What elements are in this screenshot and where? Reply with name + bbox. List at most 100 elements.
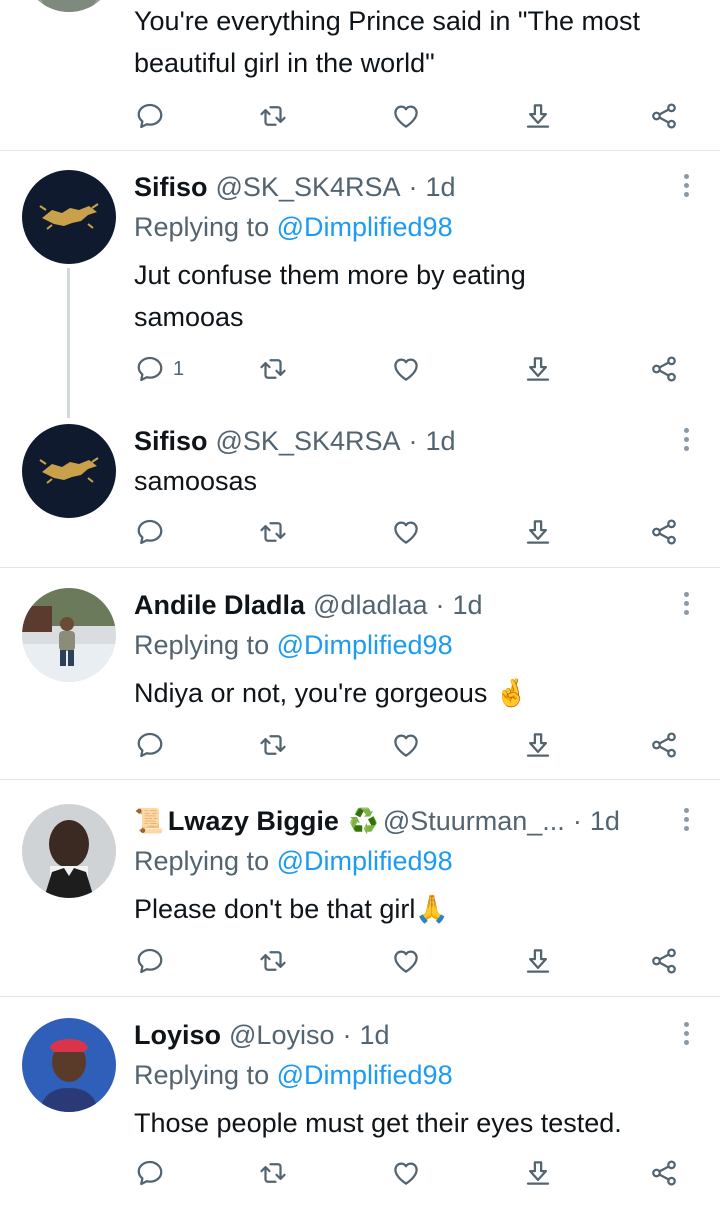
reply-button[interactable]: [135, 99, 165, 133]
author-name[interactable]: Loyiso: [134, 1020, 221, 1051]
download-button[interactable]: [523, 99, 553, 133]
share-button[interactable]: [649, 515, 679, 549]
like-button[interactable]: [391, 515, 421, 549]
more-icon[interactable]: [682, 174, 690, 200]
more-icon[interactable]: [682, 1022, 690, 1048]
thread-line: [67, 268, 70, 418]
share-button[interactable]: [649, 944, 679, 978]
separator: ·: [408, 425, 418, 456]
mention-link[interactable]: @Dimplified98: [277, 846, 453, 876]
reply-button[interactable]: [135, 515, 165, 549]
author-name[interactable]: Andile Dladla: [134, 590, 305, 621]
tweet-0[interactable]: You're everything Prince said in "The mo…: [0, 0, 720, 150]
author-name[interactable]: Sifiso: [134, 426, 208, 457]
tweet-text: Those people must get their eyes tested.: [134, 1108, 622, 1138]
download-button[interactable]: [523, 515, 553, 549]
timestamp[interactable]: 1d: [453, 590, 483, 621]
tweet-text: Jut confuse them more by eating samooas: [134, 260, 526, 332]
author-handle[interactable]: @Stuurman_...: [383, 806, 565, 837]
retweet-button[interactable]: [258, 352, 288, 386]
tweet-5[interactable]: Loyiso @Loyiso · 1d Replying to @Dimplif…: [0, 1018, 720, 1209]
mention-link[interactable]: @Dimplified98: [277, 630, 453, 660]
author-handle[interactable]: @SK_SK4RSA: [216, 172, 401, 203]
divider: [0, 150, 720, 151]
separator: ·: [342, 1019, 352, 1050]
reply-button[interactable]: [135, 728, 165, 762]
like-icon: [391, 517, 421, 547]
share-icon: [649, 101, 679, 131]
download-icon: [523, 101, 553, 131]
timestamp[interactable]: 1d: [426, 426, 456, 457]
timestamp[interactable]: 1d: [590, 806, 620, 837]
separator: ·: [572, 805, 582, 836]
download-button[interactable]: [523, 944, 553, 978]
reply-button[interactable]: [135, 1156, 165, 1190]
tweet-actions: [134, 99, 694, 133]
retweet-button[interactable]: [258, 99, 288, 133]
timestamp[interactable]: 1d: [426, 172, 456, 203]
like-button[interactable]: [391, 352, 421, 386]
more-icon[interactable]: [682, 428, 690, 454]
retweet-button[interactable]: [258, 728, 288, 762]
download-button[interactable]: [523, 352, 553, 386]
avatar[interactable]: [22, 424, 116, 518]
mention-link[interactable]: @Dimplified98: [277, 212, 453, 242]
retweet-icon: [258, 517, 288, 547]
share-button[interactable]: [649, 1156, 679, 1190]
reply-button[interactable]: [135, 944, 165, 978]
tweet-2[interactable]: Sifiso @SK_SK4RSA · 1d samoosas: [0, 424, 720, 566]
avatar[interactable]: [22, 0, 116, 12]
scroll-emoji: 📜: [134, 807, 164, 835]
share-button[interactable]: [649, 728, 679, 762]
like-icon: [391, 730, 421, 760]
author-name[interactable]: Lwazy Biggie: [168, 806, 339, 837]
share-icon: [649, 1158, 679, 1188]
download-button[interactable]: [523, 1156, 553, 1190]
replying-to: Replying to @Dimplified98: [134, 212, 453, 243]
author-handle[interactable]: @dladlaa: [313, 590, 428, 621]
like-icon: [391, 1158, 421, 1188]
tweet-4[interactable]: 📜 Lwazy Biggie ♻️ @Stuurman_... · 1d Rep…: [0, 804, 720, 994]
like-icon: [391, 101, 421, 131]
tweet-actions: [134, 1156, 694, 1190]
share-icon: [649, 354, 679, 384]
like-button[interactable]: [391, 1156, 421, 1190]
share-icon: [649, 517, 679, 547]
like-icon: [391, 946, 421, 976]
tweet-actions: 1: [134, 352, 694, 386]
more-icon[interactable]: [682, 592, 690, 618]
mention-link[interactable]: @Dimplified98: [277, 1060, 453, 1090]
reply-icon: [135, 517, 165, 547]
reply-count: 1: [173, 357, 185, 380]
author-handle[interactable]: @SK_SK4RSA: [216, 426, 401, 457]
like-button[interactable]: [391, 728, 421, 762]
download-icon: [523, 946, 553, 976]
retweet-button[interactable]: [258, 944, 288, 978]
replying-prefix: Replying to: [134, 630, 270, 660]
reply-button[interactable]: 1: [135, 352, 184, 386]
avatar[interactable]: [22, 170, 116, 264]
tweet-3[interactable]: Andile Dladla @dladlaa · 1d Replying to …: [0, 588, 720, 778]
download-icon: [523, 517, 553, 547]
share-button[interactable]: [649, 99, 679, 133]
avatar[interactable]: [22, 1018, 116, 1112]
like-button[interactable]: [391, 99, 421, 133]
reply-icon: [135, 101, 165, 131]
separator: ·: [408, 171, 418, 202]
share-button[interactable]: [649, 352, 679, 386]
recycle-emoji: ♻️: [348, 807, 379, 835]
author-handle[interactable]: @Loyiso: [229, 1020, 334, 1051]
retweet-button[interactable]: [258, 515, 288, 549]
replying-to: Replying to @Dimplified98: [134, 1060, 453, 1091]
download-icon: [523, 1158, 553, 1188]
author-name[interactable]: Sifiso: [134, 172, 208, 203]
retweet-button[interactable]: [258, 1156, 288, 1190]
timestamp[interactable]: 1d: [359, 1020, 389, 1051]
avatar[interactable]: [22, 588, 116, 682]
replying-prefix: Replying to: [134, 212, 270, 242]
download-button[interactable]: [523, 728, 553, 762]
more-icon[interactable]: [682, 808, 690, 834]
like-button[interactable]: [391, 944, 421, 978]
avatar[interactable]: [22, 804, 116, 898]
tweet-1[interactable]: Sifiso @SK_SK4RSA · 1d Replying to @Dimp…: [0, 170, 720, 418]
